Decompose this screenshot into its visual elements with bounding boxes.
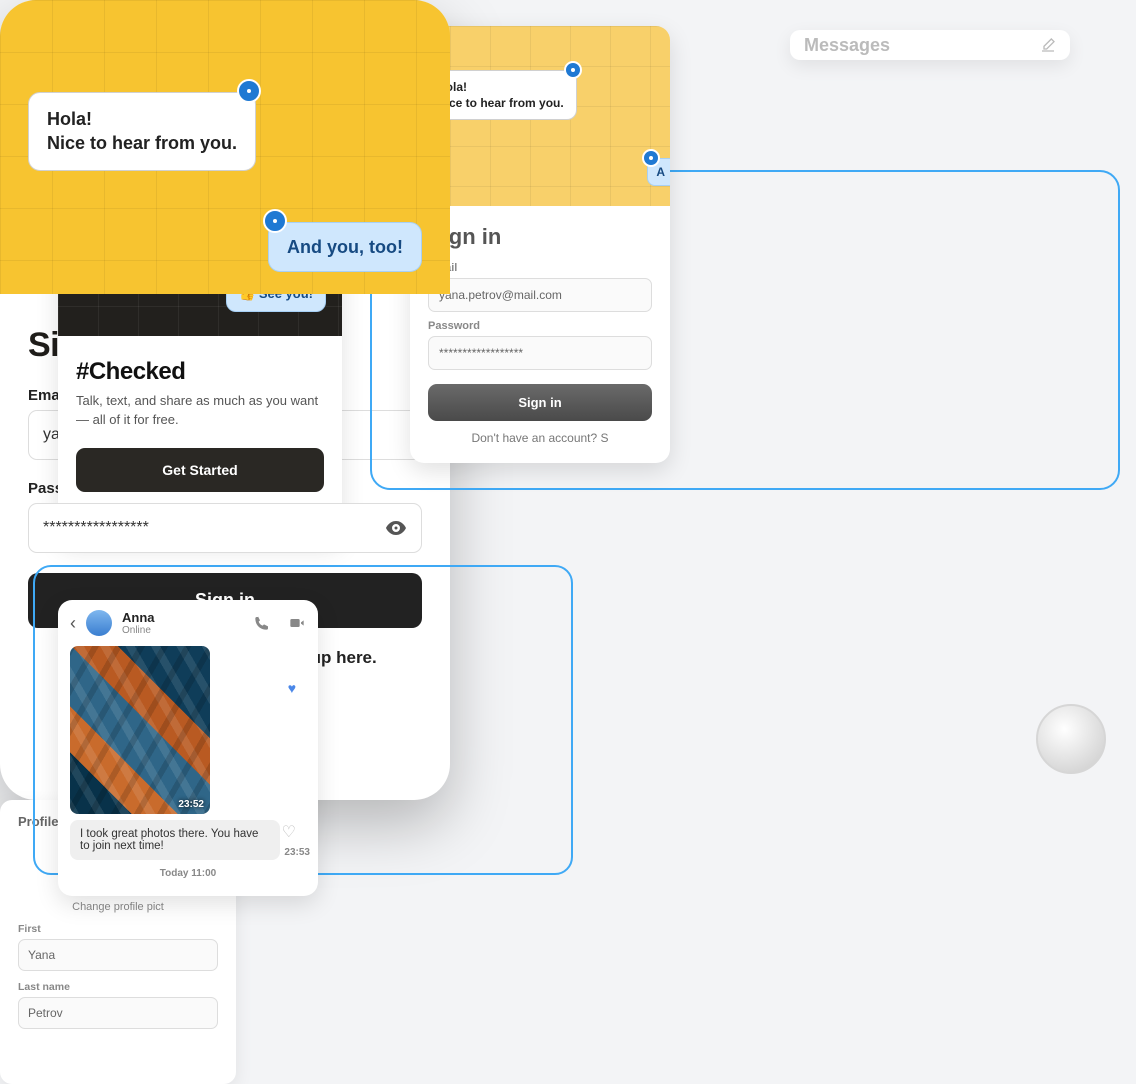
first-name-field[interactable] xyxy=(18,939,218,971)
heart-icon[interactable]: ♥ xyxy=(288,680,296,696)
password-field[interactable] xyxy=(428,336,652,370)
messages-title: Messages xyxy=(804,35,890,56)
first-name-label: First xyxy=(18,923,218,935)
compose-icon[interactable] xyxy=(1040,37,1056,53)
video-icon[interactable] xyxy=(288,615,306,631)
eye-icon[interactable] xyxy=(384,516,408,540)
avatar[interactable] xyxy=(86,610,112,636)
message-text: I took great photos there. You have to j… xyxy=(80,828,258,852)
chat-bubble: A xyxy=(647,158,670,186)
password-field[interactable] xyxy=(28,503,422,553)
change-picture-link[interactable]: Change profile pict xyxy=(18,901,218,913)
contact-name: Anna xyxy=(122,610,155,625)
email-field[interactable] xyxy=(428,278,652,312)
back-icon[interactable]: ‹ xyxy=(70,613,76,634)
bubble-text: Hola! Nice to hear from you. xyxy=(47,109,237,153)
chat-card: ‹ Anna Online 23:52 ♥ I took great photo… xyxy=(58,600,318,896)
timestamp: 23:52 xyxy=(178,799,204,810)
heart-outline-icon[interactable]: ♡ xyxy=(282,822,296,842)
chat-bubble: And you, too! xyxy=(268,222,422,272)
signin-button[interactable]: Sign in xyxy=(428,384,652,421)
pin-icon xyxy=(564,61,582,79)
photo-message[interactable]: 23:52 xyxy=(70,646,210,814)
contact-status: Online xyxy=(122,625,155,636)
signin-hero: Hola! Nice to hear from you. And you, to… xyxy=(0,0,450,294)
date-separator: Today 11:00 xyxy=(58,868,318,879)
messages-header-card: Messages xyxy=(790,30,1070,60)
signup-prompt[interactable]: Don't have an account? S xyxy=(428,431,652,445)
bubble-text: Hola! Nice to hear from you. xyxy=(437,80,564,110)
get-started-button[interactable]: Get Started xyxy=(76,448,324,492)
last-name-label: Last name xyxy=(18,981,218,993)
chat-bubble: Hola! Nice to hear from you. xyxy=(28,92,256,171)
bubble-text: A xyxy=(656,165,665,179)
email-label: Email xyxy=(428,262,652,274)
phone-icon[interactable] xyxy=(254,615,270,631)
bubble-text: And you, too! xyxy=(287,237,403,257)
text-message: I took great photos there. You have to j… xyxy=(70,820,280,860)
timestamp: 23:53 xyxy=(284,847,310,858)
signin-title: Sign in xyxy=(428,224,652,250)
chat-header: ‹ Anna Online xyxy=(58,600,318,646)
app-title: #Checked xyxy=(76,358,324,386)
app-subtitle: Talk, text, and share as much as you wan… xyxy=(76,392,324,430)
password-label: Password xyxy=(428,320,652,332)
pin-icon xyxy=(263,209,287,233)
last-name-field[interactable] xyxy=(18,997,218,1029)
pin-icon xyxy=(237,79,261,103)
